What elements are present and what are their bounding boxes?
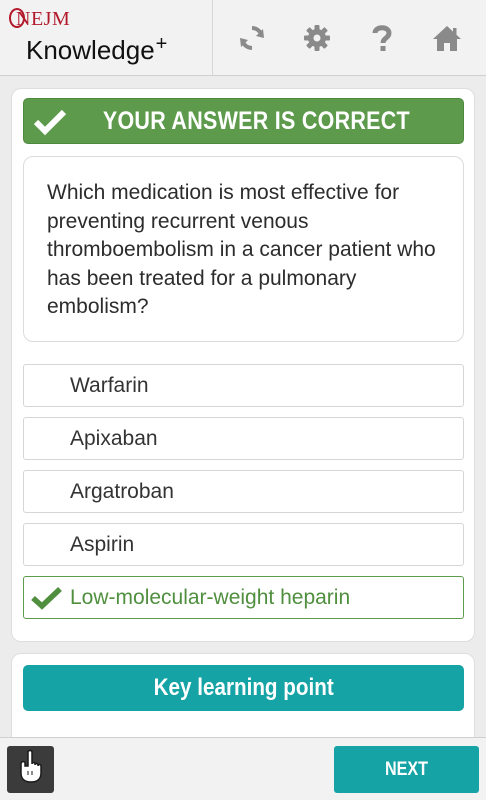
- answer-option-label: Warfarin: [70, 373, 149, 397]
- answer-option[interactable]: Aspirin: [23, 523, 464, 566]
- question-text: Which medication is most effective for p…: [23, 156, 464, 342]
- logo-n-circle: [9, 8, 25, 28]
- question-card: YOUR ANSWER IS CORRECT Which medication …: [11, 88, 475, 642]
- answer-option-label: Aspirin: [70, 532, 135, 556]
- home-icon[interactable]: [427, 18, 467, 58]
- answer-option[interactable]: Argatroban: [23, 470, 464, 513]
- banner-text: YOUR ANSWER IS CORRECT: [102, 106, 410, 135]
- refresh-icon[interactable]: [232, 18, 272, 58]
- answer-option-label: Argatroban: [70, 479, 174, 503]
- help-icon[interactable]: [362, 18, 402, 58]
- gear-icon[interactable]: [297, 18, 337, 58]
- logo-nejm-text: NEJM: [9, 8, 70, 31]
- answer-correct-banner: YOUR ANSWER IS CORRECT: [23, 98, 464, 144]
- header-toolbar: [213, 0, 486, 75]
- app-footer: NEXT QUESTION: [0, 737, 486, 800]
- app-header: NEJM Knowledge+: [0, 0, 486, 76]
- logo-plus: +: [155, 33, 168, 55]
- next-question-label: NEXT QUESTION: [384, 759, 429, 780]
- logo-knowledge-word: Knowledge: [26, 35, 155, 65]
- key-learning-point-button[interactable]: Key learning point: [23, 665, 464, 711]
- checkmark-icon: [30, 585, 64, 617]
- answer-option-label: Apixaban: [70, 426, 158, 450]
- answer-option[interactable]: Warfarin: [23, 364, 464, 407]
- nejm-knowledge-logo: NEJM Knowledge+: [0, 0, 213, 76]
- answer-option[interactable]: Apixaban: [23, 417, 464, 460]
- answer-option-label: Low-molecular-weight heparin: [70, 585, 351, 609]
- pointing-hand-button[interactable]: [7, 746, 54, 793]
- pointing-hand-icon: [15, 749, 47, 790]
- answer-option-correct[interactable]: Low-molecular-weight heparin: [23, 576, 464, 619]
- key-learning-label: Key learning point: [153, 674, 334, 701]
- logo-knowledge-text: Knowledge+: [26, 33, 167, 66]
- next-question-button[interactable]: NEXT QUESTION: [334, 746, 479, 793]
